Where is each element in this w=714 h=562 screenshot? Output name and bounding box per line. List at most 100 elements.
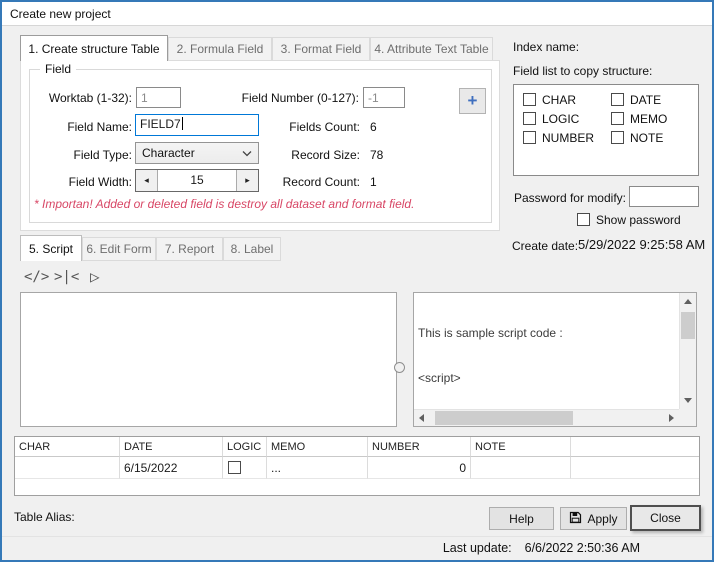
create-date-value: 5/29/2022 9:25:58 AM [578, 237, 705, 252]
password-label: Password for modify: [511, 191, 626, 205]
field-width-label: Field Width: [34, 175, 132, 189]
record-count-value: 1 [370, 175, 377, 189]
tab-edit-form[interactable]: 6. Edit Form [82, 237, 156, 261]
splitter-grip[interactable] [394, 362, 405, 373]
grid-cell-note[interactable] [471, 457, 571, 479]
index-name-label: Index name: [513, 40, 579, 54]
checkbox-memo-label: MEMO [630, 112, 667, 126]
grid-header-extra [571, 437, 699, 457]
checkbox-logic-label: LOGIC [542, 112, 579, 126]
status-bar-divider [2, 536, 712, 537]
preview-data-grid: CHAR DATE LOGIC MEMO NUMBER NOTE 6/15/20… [14, 436, 700, 496]
field-width-stepper: ◂ 15 ▸ [135, 169, 259, 192]
text-caret [182, 117, 183, 130]
sample-script-text: This is sample script code : <script> <h… [418, 296, 677, 407]
chevron-down-icon [242, 146, 252, 160]
checkbox-number[interactable] [523, 131, 536, 144]
field-width-value: 15 [158, 170, 236, 191]
create-new-project-dialog: Create new project 1. Create structure T… [0, 0, 714, 562]
scroll-left-icon[interactable] [419, 414, 424, 422]
grid-cell-memo[interactable]: ... [267, 457, 368, 479]
scroll-right-icon[interactable] [669, 414, 674, 422]
grid-header-note[interactable]: NOTE [471, 437, 571, 457]
tab-report[interactable]: 7. Report [156, 237, 223, 261]
last-update-label: Last update: [443, 541, 512, 555]
checkbox-number-label: NUMBER [542, 131, 594, 145]
tab-format-field[interactable]: 3. Format Field [272, 37, 370, 61]
field-type-select[interactable]: Character [135, 142, 259, 164]
record-size-label: Record Size: [254, 148, 360, 162]
tab-script[interactable]: 5. Script [20, 235, 82, 261]
vertical-scroll-thumb[interactable] [681, 312, 695, 339]
grid-header-logic[interactable]: LOGIC [223, 437, 267, 457]
scroll-down-icon[interactable] [684, 398, 692, 403]
grid-cell-char[interactable] [15, 457, 120, 479]
field-number-input[interactable] [363, 87, 405, 108]
grid-cell-logic[interactable] [223, 457, 267, 479]
field-type-label: Field Type: [34, 148, 132, 162]
secondary-tab-strip: 5. Script 6. Edit Form 7. Report 8. Labe… [20, 236, 281, 261]
scrollbar-corner [679, 409, 696, 426]
tab-formula-field[interactable]: 2. Formula Field [168, 37, 272, 61]
checkbox-note-label: NOTE [630, 131, 663, 145]
tab-attribute-text-table[interactable]: 4. Attribute Text Table [370, 37, 493, 61]
collapse-icon[interactable]: >|< [54, 269, 79, 285]
close-button[interactable]: Close [630, 505, 701, 531]
checkbox-note[interactable] [611, 131, 624, 144]
password-input[interactable] [629, 186, 699, 207]
field-copy-listbox: CHAR DATE LOGIC MEMO NUMBER NOTE [513, 84, 699, 176]
grid-cell-date[interactable]: 6/15/2022 [120, 457, 223, 479]
show-password-checkbox[interactable] [577, 213, 590, 226]
grid-header-char[interactable]: CHAR [15, 437, 120, 457]
checkbox-char[interactable] [523, 93, 536, 106]
table-alias-label: Table Alias: [14, 510, 75, 524]
main-tab-strip: 1. Create structure Table 2. Formula Fie… [20, 35, 493, 61]
tab-label[interactable]: 8. Label [223, 237, 281, 261]
create-date-label: Create date: [512, 239, 578, 253]
fields-count-label: Fields Count: [254, 120, 360, 134]
window-title: Create new project [10, 7, 111, 21]
table-row[interactable]: 6/15/2022 ... 0 [15, 457, 699, 479]
script-editor[interactable] [20, 292, 397, 427]
create-structure-tab-page: Field Worktab (1-32): Field Number (0-12… [20, 60, 500, 231]
spin-left-arrow-icon[interactable]: ◂ [136, 170, 158, 191]
destroy-warning-text: * Importan! Added or deleted field is de… [34, 197, 414, 211]
grid-header-date[interactable]: DATE [120, 437, 223, 457]
last-update-value: 6/6/2022 2:50:36 AM [525, 541, 640, 555]
worktab-input[interactable] [136, 87, 181, 108]
plus-icon: + [468, 91, 478, 111]
title-bar: Create new project [2, 2, 712, 26]
field-groupbox: Field Worktab (1-32): Field Number (0-12… [29, 69, 492, 223]
apply-button[interactable]: Apply [560, 507, 627, 530]
horizontal-scroll-thumb[interactable] [435, 411, 573, 425]
code-icon[interactable]: </> [24, 269, 49, 285]
field-name-input[interactable]: FIELD7 [135, 114, 259, 136]
record-size-value: 78 [370, 148, 383, 162]
grid-header-number[interactable]: NUMBER [368, 437, 471, 457]
logic-checkbox[interactable] [228, 461, 241, 474]
field-groupbox-legend: Field [40, 62, 76, 76]
horizontal-scrollbar[interactable] [414, 409, 679, 426]
field-number-label: Field Number (0-127): [226, 91, 359, 105]
grid-cell-number[interactable]: 0 [368, 457, 471, 479]
checkbox-logic[interactable] [523, 112, 536, 125]
checkbox-date-label: DATE [630, 93, 661, 107]
fields-count-value: 6 [370, 120, 377, 134]
status-bar: Last update: 6/6/2022 2:50:36 AM [443, 541, 640, 555]
scroll-up-icon[interactable] [684, 299, 692, 304]
help-button[interactable]: Help [489, 507, 554, 530]
add-field-button[interactable]: + [459, 88, 486, 114]
vertical-scrollbar[interactable] [679, 293, 696, 409]
run-icon[interactable]: ▷ [90, 267, 100, 286]
copy-structure-label: Field list to copy structure: [513, 64, 652, 78]
checkbox-date[interactable] [611, 93, 624, 106]
grid-cell-extra [571, 457, 699, 479]
worktab-label: Worktab (1-32): [34, 91, 132, 105]
grid-header-memo[interactable]: MEMO [267, 437, 368, 457]
tab-create-structure-table[interactable]: 1. Create structure Table [20, 35, 168, 61]
grid-header-row: CHAR DATE LOGIC MEMO NUMBER NOTE [15, 437, 699, 457]
checkbox-memo[interactable] [611, 112, 624, 125]
checkbox-char-label: CHAR [542, 93, 576, 107]
record-count-label: Record Count: [254, 175, 360, 189]
sample-script-box[interactable]: This is sample script code : <script> <h… [413, 292, 697, 427]
